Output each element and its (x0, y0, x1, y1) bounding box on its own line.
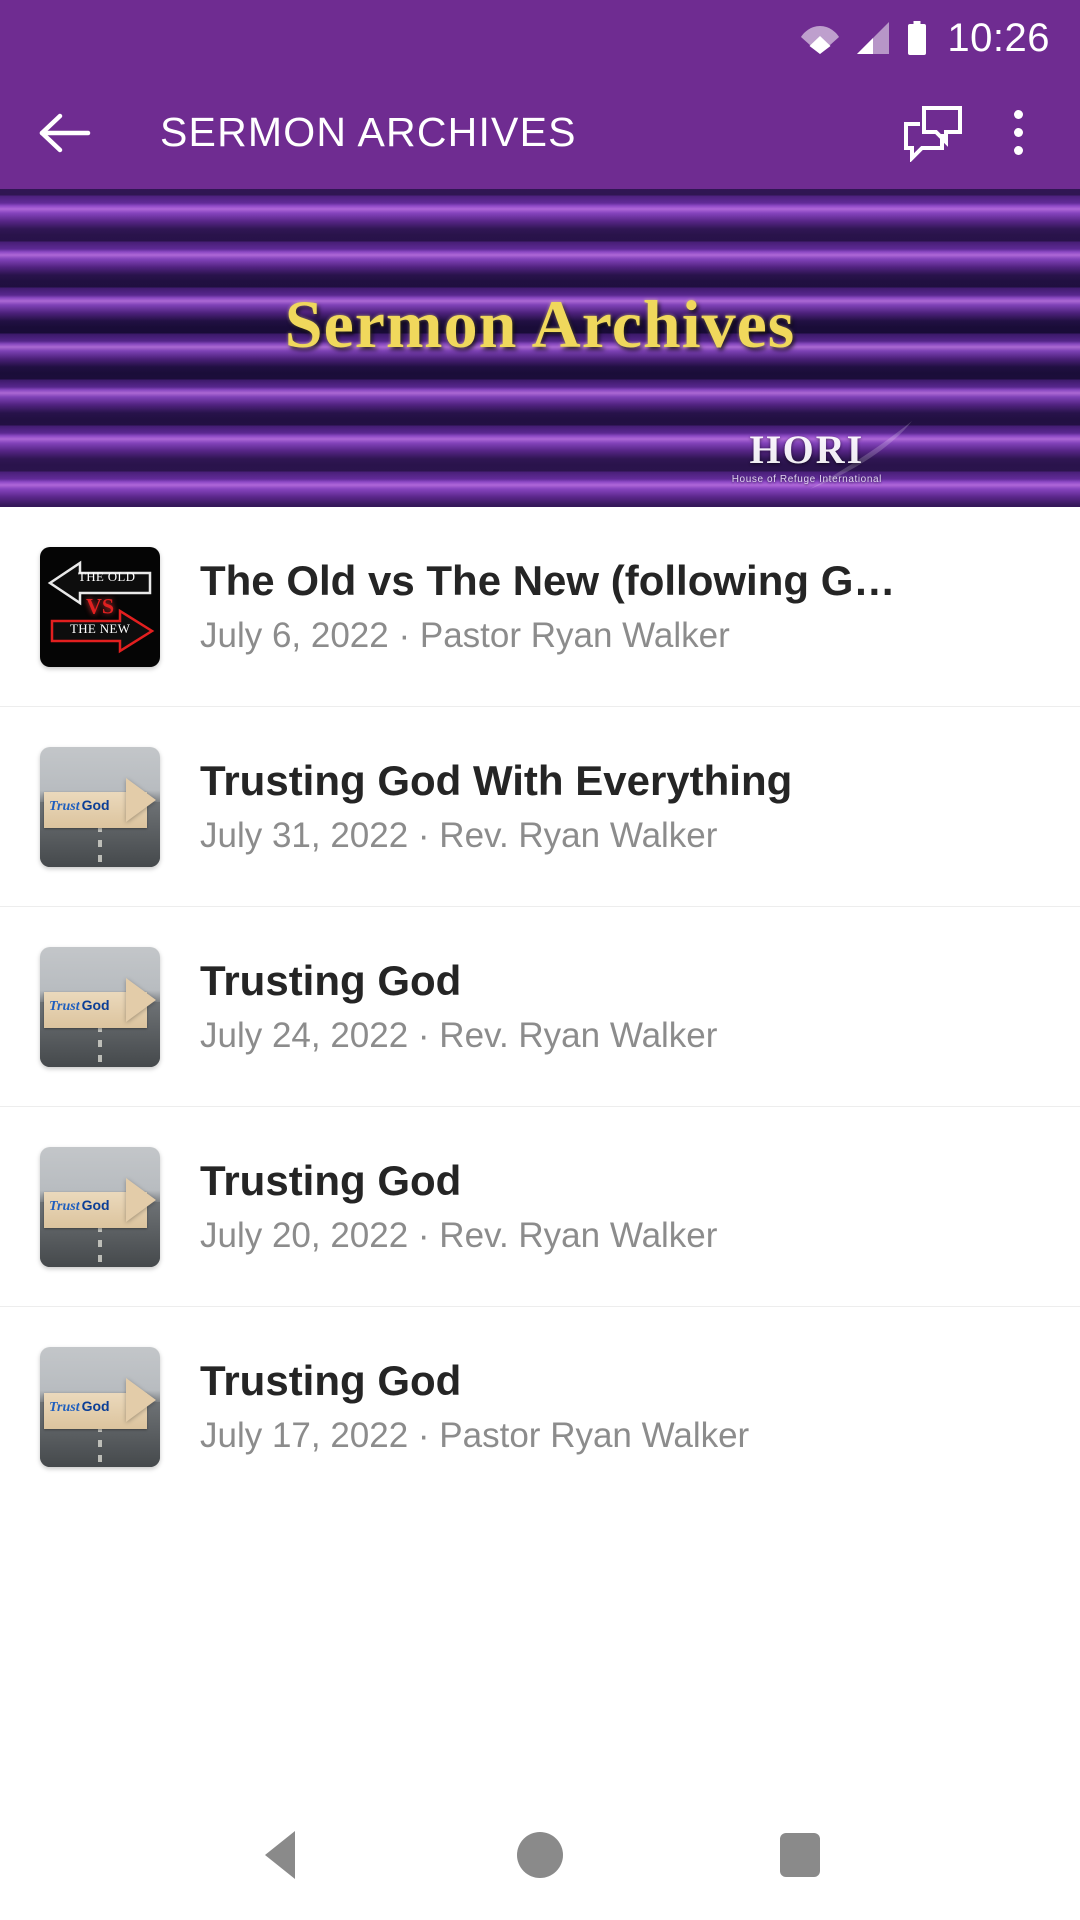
nav-home-button[interactable] (480, 1795, 600, 1915)
row-text: Trusting God July 24, 2022 · Rev. Ryan W… (200, 957, 1080, 1056)
thumb-sign-text: Trust God (49, 798, 110, 814)
thumb-label-vs: VS (85, 592, 115, 618)
banner-watermark: HORI House of Refuge International (731, 427, 882, 486)
page-title: SERMON ARCHIVES (160, 109, 577, 155)
lane-marking (98, 1425, 102, 1465)
table-row[interactable]: Trust God Trusting God July 17, 2022 · Pa… (0, 1307, 1080, 1507)
thumb-label-new: THE NEW (70, 620, 131, 636)
thumb-label-trust: Trust (49, 1399, 80, 1415)
row-text: Trusting God July 17, 2022 · Pastor Ryan… (200, 1357, 1080, 1456)
thumb-label-trust: Trust (49, 999, 80, 1015)
thumb-label-god: God (81, 1197, 110, 1214)
sign-arrow-tip-icon (126, 777, 157, 822)
sermon-archives-banner[interactable]: Sermon Archives HORI House of Refuge Int… (0, 189, 1080, 507)
sign-arrow-tip-icon (126, 977, 157, 1022)
old-vs-new-thumbnail: THE OLD VS THE NEW (40, 546, 160, 667)
status-bar: 10:26 (0, 0, 1080, 76)
app-screen: 10:26 SERMON ARCHIVES Sermon Archives HO… (0, 0, 1080, 1920)
table-row[interactable]: Trust God Trusting God With Everything Ju… (0, 707, 1080, 907)
thumb-label-god: God (81, 797, 110, 814)
more-vert-icon (1013, 110, 1023, 155)
trust-god-thumbnail: Trust God (40, 746, 160, 867)
thumb-label-trust: Trust (49, 1199, 80, 1215)
table-row[interactable]: Trust God Trusting God July 20, 2022 · Re… (0, 1107, 1080, 1307)
lane-marking (98, 1224, 102, 1265)
thumb-sign-text: Trust God (49, 998, 110, 1014)
thumb-sign-text: Trust God (49, 1198, 110, 1214)
sermon-subtitle: July 24, 2022 · Rev. Ryan Walker (200, 1015, 718, 1055)
sermon-list: THE OLD VS THE NEW The Old vs The New (f… (0, 507, 1080, 1507)
sign-arrow-tip-icon (126, 1177, 157, 1222)
trust-god-thumbnail: Trust God (40, 1347, 160, 1467)
multi-window-button[interactable] (898, 98, 968, 168)
thumb-sign-text: Trust God (49, 1399, 110, 1415)
table-row[interactable]: THE OLD VS THE NEW The Old vs The New (f… (0, 507, 1080, 707)
row-text: The Old vs The New (following G… July 6,… (200, 557, 1080, 656)
nav-home-circle-icon (517, 1832, 563, 1878)
sermon-subtitle: July 17, 2022 · Pastor Ryan Walker (200, 1416, 750, 1456)
sermon-title: Trusting God (200, 1357, 462, 1405)
nav-back-triangle-icon (265, 1831, 295, 1879)
sermon-subtitle: July 31, 2022 · Rev. Ryan Walker (200, 815, 718, 855)
app-bar: SERMON ARCHIVES (0, 76, 1080, 189)
watermark-logo-text: HORI (749, 427, 865, 472)
sign-arrow-tip-icon (126, 1378, 157, 1423)
thumb-label-god: God (81, 997, 110, 1014)
row-text: Trusting God July 20, 2022 · Rev. Ryan W… (200, 1157, 1080, 1256)
system-navigation-bar (0, 1790, 1080, 1920)
sermon-title: Trusting God (200, 1156, 462, 1204)
nav-back-button[interactable] (220, 1795, 340, 1915)
status-bar-clock: 10:26 (947, 16, 1050, 60)
sermon-title: The Old vs The New (following G… (200, 556, 896, 604)
thumb-label-trust: Trust (49, 799, 80, 815)
signal-icon (855, 22, 891, 54)
row-text: Trusting God With Everything July 31, 20… (200, 757, 1080, 856)
sermon-title: Trusting God With Everything (200, 756, 793, 804)
lane-marking (98, 1024, 102, 1065)
trust-god-thumbnail: Trust God (40, 1146, 160, 1267)
nav-recents-square-icon (780, 1833, 820, 1877)
overflow-menu-button[interactable] (990, 98, 1046, 168)
wifi-icon (801, 22, 840, 54)
thumb-label-god: God (81, 1397, 110, 1414)
table-row[interactable]: Trust God Trusting God July 24, 2022 · Re… (0, 907, 1080, 1107)
banner-title: Sermon Archives (284, 286, 796, 362)
status-bar-icons (801, 21, 927, 55)
back-button[interactable] (34, 102, 96, 164)
sermon-title: Trusting God (200, 956, 462, 1004)
nav-recents-button[interactable] (740, 1795, 860, 1915)
sermon-subtitle: July 20, 2022 · Rev. Ryan Walker (200, 1215, 718, 1255)
trust-god-thumbnail: Trust God (40, 946, 160, 1067)
thumb-label-old: THE OLD (78, 568, 136, 584)
lane-marking (98, 824, 102, 865)
watermark-subtitle: House of Refuge International (731, 474, 882, 485)
sermon-subtitle: July 6, 2022 · Pastor Ryan Walker (200, 615, 730, 655)
battery-icon (907, 21, 927, 55)
